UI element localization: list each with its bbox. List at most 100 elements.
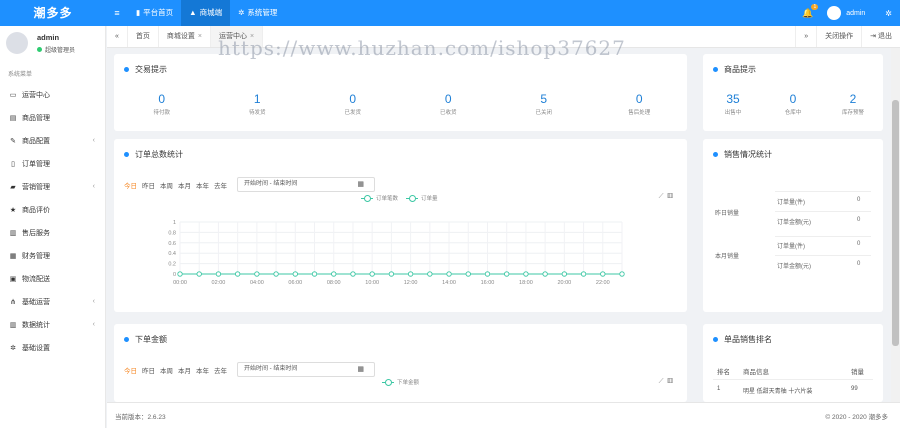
copyright-text: © 2020 - 2020 潮多多 — [825, 414, 888, 421]
top-right-tools: 🔔 1 admin ✲ — [802, 0, 900, 26]
tab-operations-center[interactable]: 运营中心 × — [211, 26, 264, 47]
sidebar-item[interactable]: ⋔ 基础运营 ‹ — [0, 290, 105, 313]
sidebar-item[interactable]: ✎ 商品配置 ‹ — [0, 129, 105, 152]
x-tick-label: 20:00 — [557, 280, 571, 286]
footer: 当前版本：2.6.23 © 2020 - 2020 潮多多 — [107, 402, 900, 428]
legend-marker — [382, 379, 394, 386]
menu-toggle-icon[interactable]: ≡ — [106, 0, 128, 26]
star-icon: ★ — [9, 206, 17, 214]
settings-gear-icon[interactable]: ✲ — [885, 9, 892, 18]
share-icon: ⋔ — [10, 298, 16, 306]
sidebar-item-label: 物流配送 — [22, 275, 50, 283]
stat-item[interactable]: 0 仓库中 — [763, 92, 823, 116]
data-point — [177, 271, 183, 277]
chevron-left-icon: ‹ — [92, 298, 95, 305]
sidebar-item-label: 订单管理 — [22, 160, 50, 168]
sidebar-item[interactable]: ▣ 物流配送 — [0, 267, 105, 290]
sales-row-label: 订单量(件) — [777, 200, 805, 206]
data-point — [388, 271, 394, 277]
y-tick-label: 0.6 — [168, 241, 176, 247]
date-range-input[interactable]: 开始时间 - 结束时间 ▦ — [237, 362, 375, 377]
stat-label: 已收货 — [439, 110, 457, 116]
ranking-product: 明星 低甜天青柚 十六片装 — [743, 389, 813, 395]
logout-button[interactable]: ⇥ 退出 — [861, 26, 900, 47]
app-logo[interactable]: 潮多多 — [0, 0, 106, 26]
profile-name: admin — [37, 33, 60, 42]
sidebar-item[interactable]: ▭ 运营中心 — [0, 83, 105, 106]
sidebar-item[interactable]: ★ 商品评价 — [0, 198, 105, 221]
bar-chart-icon[interactable]: ▥ — [667, 378, 673, 385]
stat-item[interactable]: 0 待付款 — [114, 92, 210, 116]
divider — [775, 211, 871, 212]
ranking-col-info: 商品信息 — [743, 369, 769, 376]
data-point — [600, 271, 606, 277]
stat-label: 已关闭 — [535, 110, 552, 116]
wallet-icon: ▦ — [9, 252, 17, 260]
sidebar-item-label: 商品管理 — [22, 114, 50, 122]
table-row[interactable]: 1 明星 低甜天青柚 十六片装 99 — [717, 386, 858, 395]
date-filter-option[interactable]: 本年 — [196, 365, 209, 375]
stat-item[interactable]: 2 库存预警 — [823, 92, 883, 116]
tab-home[interactable]: 首页 — [128, 26, 159, 47]
divider — [775, 236, 871, 237]
close-icon[interactable]: × — [198, 33, 202, 40]
amount-legend: 下单金额 — [382, 378, 427, 386]
data-point — [561, 271, 567, 277]
scrollbar-thumb[interactable] — [892, 100, 899, 346]
stat-item[interactable]: 0 已发货 — [305, 92, 401, 116]
stat-item[interactable]: 0 已收货 — [401, 92, 497, 116]
stat-value: 5 — [540, 92, 548, 106]
user-name[interactable]: admin — [846, 10, 865, 17]
stat-item[interactable]: 35 出售中 — [703, 92, 763, 116]
y-tick-label: 1 — [173, 220, 176, 226]
stat-label: 售后处理 — [628, 110, 651, 116]
sidebar-item[interactable]: ▤ 商品管理 — [0, 106, 105, 129]
sidebar-item[interactable]: ▯ 订单管理 — [0, 152, 105, 175]
tab-mall-settings[interactable]: 商城设置 × — [159, 26, 211, 47]
service-icon: ▥ — [9, 229, 17, 237]
date-filter-option[interactable]: 今日 — [124, 365, 137, 375]
x-tick-label: 04:00 — [250, 280, 264, 286]
stat-label: 库存预警 — [841, 110, 864, 116]
x-tick-label: 22:00 — [596, 280, 610, 286]
sidebar-item[interactable]: ✲ 基础设置 — [0, 336, 105, 359]
trade-tips-card: 交易提示 0 待付款 1 待发货 0 已发货 0 已收货 5 已关闭 0 售后处理 — [114, 54, 687, 131]
product-ranking-card: 单品销售排名 排名 商品信息 销量 1 明星 低甜天青柚 十六片装 99 — [703, 324, 883, 402]
trade-stats: 0 待付款 1 待发货 0 已发货 0 已收货 5 已关闭 0 售后处理 — [114, 92, 687, 116]
date-filter-option[interactable]: 本月 — [178, 365, 191, 375]
bell-icon[interactable]: 🔔 1 — [802, 3, 819, 19]
stat-item[interactable]: 0 售后处理 — [592, 92, 688, 116]
gear-icon: ✲ — [10, 344, 16, 352]
data-point — [254, 271, 260, 277]
topnav-platform-home[interactable]: ▮ 平台首页 — [128, 0, 181, 26]
sidebar-item[interactable]: ▥ 数据统计 ‹ — [0, 313, 105, 336]
y-tick-label: 0.8 — [168, 230, 176, 236]
version-text: 当前版本：2.6.23 — [115, 414, 166, 421]
close-ops-button[interactable]: 关闭操作 — [816, 26, 861, 47]
tabs-scroll-left[interactable]: « — [107, 26, 128, 47]
close-icon[interactable]: × — [250, 33, 254, 40]
ranking-col-rank: 排名 — [717, 369, 730, 376]
sales-group-label: 昨日销量 — [715, 211, 740, 217]
divider — [713, 379, 873, 380]
tabs-scroll-right[interactable]: » — [795, 26, 816, 47]
line-chart-icon[interactable]: ⟋ — [659, 378, 664, 385]
date-filter-option[interactable]: 昨日 — [142, 365, 155, 375]
sales-row-value: 0 — [857, 241, 861, 247]
sidebar-item[interactable]: ▦ 财务管理 — [0, 244, 105, 267]
notification-badge: 1 — [811, 3, 819, 10]
sidebar-item[interactable]: ▰ 营销管理 ‹ — [0, 175, 105, 198]
legend-item[interactable]: 下单金额 — [382, 378, 419, 386]
sidebar-item[interactable]: ▥ 售后服务 — [0, 221, 105, 244]
topnav-system[interactable]: ✲ 系统管理 — [230, 0, 285, 26]
date-filter-option[interactable]: 本周 — [160, 365, 173, 375]
stat-item[interactable]: 5 已关闭 — [496, 92, 592, 116]
date-filter-option[interactable]: 去年 — [214, 365, 227, 375]
stat-item[interactable]: 1 待发货 — [210, 92, 306, 116]
data-point — [542, 271, 548, 277]
x-tick-label: 06:00 — [288, 280, 302, 286]
user-avatar[interactable] — [827, 6, 842, 20]
page-scrollbar[interactable] — [891, 48, 900, 402]
sidebar-item-label: 运营中心 — [22, 91, 50, 99]
topnav-mall[interactable]: ▲ 商城端 — [181, 0, 231, 26]
